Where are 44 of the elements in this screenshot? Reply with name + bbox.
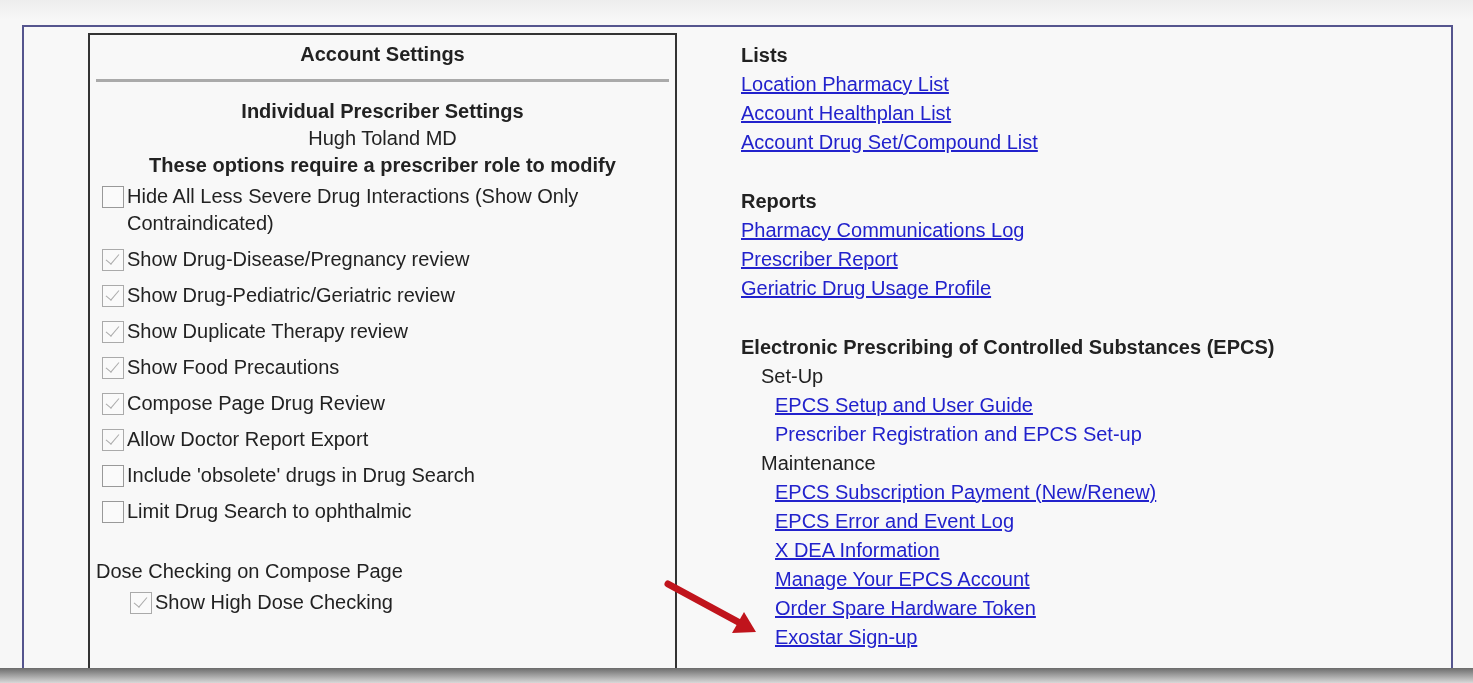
checkbox[interactable] bbox=[130, 592, 152, 614]
option-label: Show Drug-Disease/Pregnancy review bbox=[127, 247, 470, 272]
subheading: Set-Up bbox=[761, 365, 824, 387]
checkbox[interactable] bbox=[102, 501, 124, 523]
prescriber-name: Hugh Toland MD bbox=[307, 126, 458, 151]
checkbox[interactable] bbox=[102, 186, 124, 208]
option-label: Show High Dose Checking bbox=[155, 590, 393, 615]
section-heading: Lists bbox=[741, 43, 789, 68]
link[interactable]: X DEA Information bbox=[775, 539, 940, 561]
option-label: Show Duplicate Therapy review bbox=[127, 319, 408, 344]
link[interactable]: EPCS Subscription Payment (New/Renew) bbox=[775, 481, 1157, 503]
link[interactable]: Prescriber Report bbox=[741, 248, 898, 270]
link[interactable]: Prescriber Registration and EPCS Set-up bbox=[775, 423, 1142, 445]
link[interactable]: Account Healthplan List bbox=[741, 102, 952, 124]
checkbox[interactable] bbox=[102, 249, 124, 271]
checkbox[interactable] bbox=[102, 429, 124, 451]
link[interactable]: Manage Your EPCS Account bbox=[775, 568, 1030, 590]
section-title: Individual Prescriber Settings bbox=[240, 99, 525, 124]
link[interactable]: Geriatric Drug Usage Profile bbox=[741, 277, 992, 299]
option-label: Show Drug-Pediatric/Geriatric review bbox=[127, 283, 455, 308]
note-text: These options require a prescriber role to modify bbox=[148, 153, 617, 178]
panel-title: Account Settings bbox=[299, 42, 466, 67]
checkbox[interactable] bbox=[102, 393, 124, 415]
checkbox[interactable] bbox=[102, 465, 124, 487]
option-label: Include 'obsolete' drugs in Drug Search bbox=[127, 463, 475, 488]
link[interactable]: Order Spare Hardware Token bbox=[775, 597, 1036, 619]
section-heading: Electronic Prescribing of Controlled Substances (EPCS) bbox=[741, 335, 1275, 360]
checkbox[interactable] bbox=[102, 321, 124, 343]
link[interactable]: EPCS Setup and User Guide bbox=[775, 394, 1033, 416]
link[interactable]: Account Drug Set/Compound List bbox=[741, 131, 1038, 153]
checkbox[interactable] bbox=[102, 357, 124, 379]
section-label: Dose Checking on Compose Page bbox=[96, 559, 404, 584]
link[interactable]: Location Pharmacy List bbox=[741, 73, 949, 95]
link[interactable]: Pharmacy Communications Log bbox=[741, 219, 1025, 241]
checkbox[interactable] bbox=[102, 285, 124, 307]
option-label: Show Food Precautions bbox=[127, 355, 340, 380]
option-label: Hide All Less Severe Drug Interactions (Show Only Contraindicated) bbox=[127, 184, 580, 236]
option-label: Allow Doctor Report Export bbox=[127, 427, 369, 452]
option-label: Compose Page Drug Review bbox=[127, 391, 385, 416]
link[interactable]: EPCS Error and Event Log bbox=[775, 510, 1014, 532]
link[interactable]: Exostar Sign-up bbox=[775, 626, 918, 648]
subheading: Maintenance bbox=[761, 452, 876, 474]
section-heading: Reports bbox=[741, 189, 818, 214]
option-label: Limit Drug Search to ophthalmic bbox=[127, 499, 412, 524]
